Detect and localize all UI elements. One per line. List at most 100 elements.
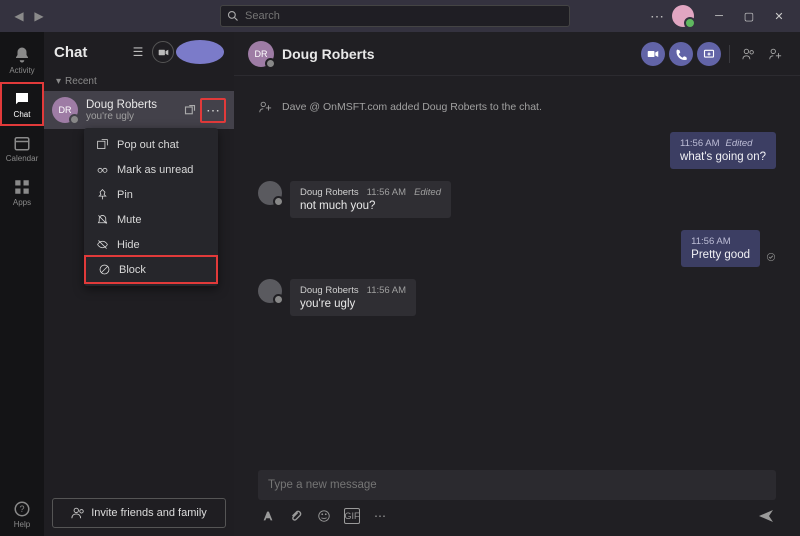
message-time: 11:56 AM: [367, 285, 406, 296]
chat-item-more-button[interactable]: ⋯: [200, 98, 226, 123]
rail-activity[interactable]: Activity: [0, 38, 44, 82]
chat-icon: [13, 90, 31, 108]
ctx-popout[interactable]: Pop out chat: [84, 132, 218, 157]
popout-icon[interactable]: [184, 104, 196, 116]
add-people-button[interactable]: [764, 43, 786, 65]
help-icon: ?: [13, 500, 31, 518]
message-text: not much you?: [300, 200, 441, 212]
message-time: 11:56 AM: [680, 138, 719, 149]
emoji-icon: [317, 509, 331, 523]
message-incoming[interactable]: Doug Roberts 11:56 AM Edited not much you?: [258, 181, 776, 218]
rail-calendar[interactable]: Calendar: [0, 126, 44, 170]
eye-off-icon: [96, 238, 109, 251]
people-icon: [742, 47, 756, 61]
conversation-pane: DR Doug Roberts Dave @ OnMSFT.com added …: [234, 32, 800, 536]
audio-call-button[interactable]: [669, 42, 693, 66]
title-bar: ◀ ▶ ⋯ ─ ▢ ✕: [0, 0, 800, 32]
send-icon: [758, 508, 774, 524]
nav-forward-icon[interactable]: ▶: [30, 9, 48, 23]
video-icon: [158, 47, 169, 58]
avatar: [258, 181, 282, 205]
screen-icon: [703, 48, 715, 60]
compose-box[interactable]: [258, 470, 776, 500]
message-sender: Doug Roberts: [300, 285, 359, 296]
send-button[interactable]: [758, 508, 774, 524]
glasses-icon: [96, 163, 109, 176]
search-icon: [227, 10, 239, 22]
calendar-icon: [13, 134, 31, 152]
invite-friends-button[interactable]: Invite friends and family: [52, 498, 226, 528]
new-chat-button[interactable]: [176, 40, 224, 64]
chevron-down-icon: ▾: [56, 76, 61, 87]
nav-back-icon[interactable]: ◀: [10, 9, 28, 23]
apps-icon: [13, 178, 31, 196]
video-call-button[interactable]: [641, 42, 665, 66]
filter-button[interactable]: ☰: [126, 40, 150, 64]
app-rail: Activity Chat Calendar Apps ? Help: [0, 32, 44, 536]
gif-button[interactable]: GIF: [344, 508, 360, 524]
screenshare-button[interactable]: [697, 42, 721, 66]
mute-icon: [96, 213, 109, 226]
rail-item-label: Help: [14, 520, 30, 529]
message-outgoing[interactable]: 11:56 AM Edited what's going on?: [258, 132, 776, 169]
ctx-pin[interactable]: Pin: [84, 182, 218, 207]
section-recent[interactable]: ▾ Recent: [44, 72, 234, 91]
window-minimize-button[interactable]: ─: [704, 4, 734, 28]
chat-item-name: Doug Roberts: [86, 99, 176, 111]
rail-item-label: Calendar: [6, 154, 38, 163]
search-input[interactable]: [245, 10, 563, 22]
rail-apps[interactable]: Apps: [0, 170, 44, 214]
people-button[interactable]: [738, 43, 760, 65]
ctx-hide[interactable]: Hide: [84, 232, 218, 257]
phone-icon: [675, 48, 687, 60]
block-icon: [98, 263, 111, 276]
search-box[interactable]: [220, 5, 570, 27]
settings-more-icon[interactable]: ⋯: [650, 8, 664, 25]
svg-text:?: ?: [19, 504, 24, 514]
pin-icon: [96, 188, 109, 201]
ctx-block[interactable]: Block: [84, 255, 218, 284]
message-input[interactable]: [268, 479, 766, 491]
avatar: DR: [248, 41, 274, 67]
bell-icon: [13, 46, 31, 64]
paperclip-icon: [289, 509, 303, 523]
rail-item-label: Apps: [13, 198, 31, 207]
window-maximize-button[interactable]: ▢: [734, 4, 764, 28]
chatlist-title: Chat: [54, 44, 124, 61]
video-icon: [647, 48, 659, 60]
window-close-button[interactable]: ✕: [764, 4, 794, 28]
message-text: Pretty good: [691, 249, 750, 261]
edited-label: Edited: [725, 138, 752, 149]
chat-context-menu: Pop out chat Mark as unread Pin Mute Hid…: [84, 128, 218, 286]
more-compose-button[interactable]: ⋯: [372, 508, 388, 524]
message-sender: Doug Roberts: [300, 187, 359, 198]
popout-icon: [96, 138, 109, 151]
person-add-icon: [258, 100, 272, 114]
read-receipt-icon: [766, 249, 776, 267]
message-list: Dave @ OnMSFT.com added Doug Roberts to …: [234, 76, 800, 462]
rail-help[interactable]: ? Help: [0, 492, 44, 536]
message-text: what's going on?: [680, 151, 766, 163]
person-add-icon: [768, 47, 782, 61]
emoji-button[interactable]: [316, 508, 332, 524]
format-button[interactable]: [260, 508, 276, 524]
message-incoming[interactable]: Doug Roberts11:56 AM you're ugly: [258, 279, 776, 316]
conversation-title: Doug Roberts: [282, 46, 633, 62]
avatar: [258, 279, 282, 303]
avatar: DR: [52, 97, 78, 123]
format-icon: [261, 509, 275, 523]
system-message: Dave @ OnMSFT.com added Doug Roberts to …: [258, 100, 776, 114]
chat-item-preview: you're ugly: [86, 111, 176, 122]
edited-label: Edited: [414, 187, 441, 198]
message-time: 11:56 AM: [367, 187, 406, 198]
ctx-mark-unread[interactable]: Mark as unread: [84, 157, 218, 182]
rail-item-label: Activity: [9, 66, 34, 75]
attach-button[interactable]: [288, 508, 304, 524]
current-user-avatar[interactable]: [672, 5, 694, 27]
rail-chat[interactable]: Chat: [0, 82, 44, 126]
meet-now-button[interactable]: [152, 41, 174, 63]
message-outgoing[interactable]: 11:56 AM Pretty good: [258, 230, 776, 267]
ctx-mute[interactable]: Mute: [84, 207, 218, 232]
conversation-header: DR Doug Roberts: [234, 32, 800, 76]
chat-item-doug-roberts[interactable]: DR Doug Roberts you're ugly ⋯: [44, 91, 234, 129]
